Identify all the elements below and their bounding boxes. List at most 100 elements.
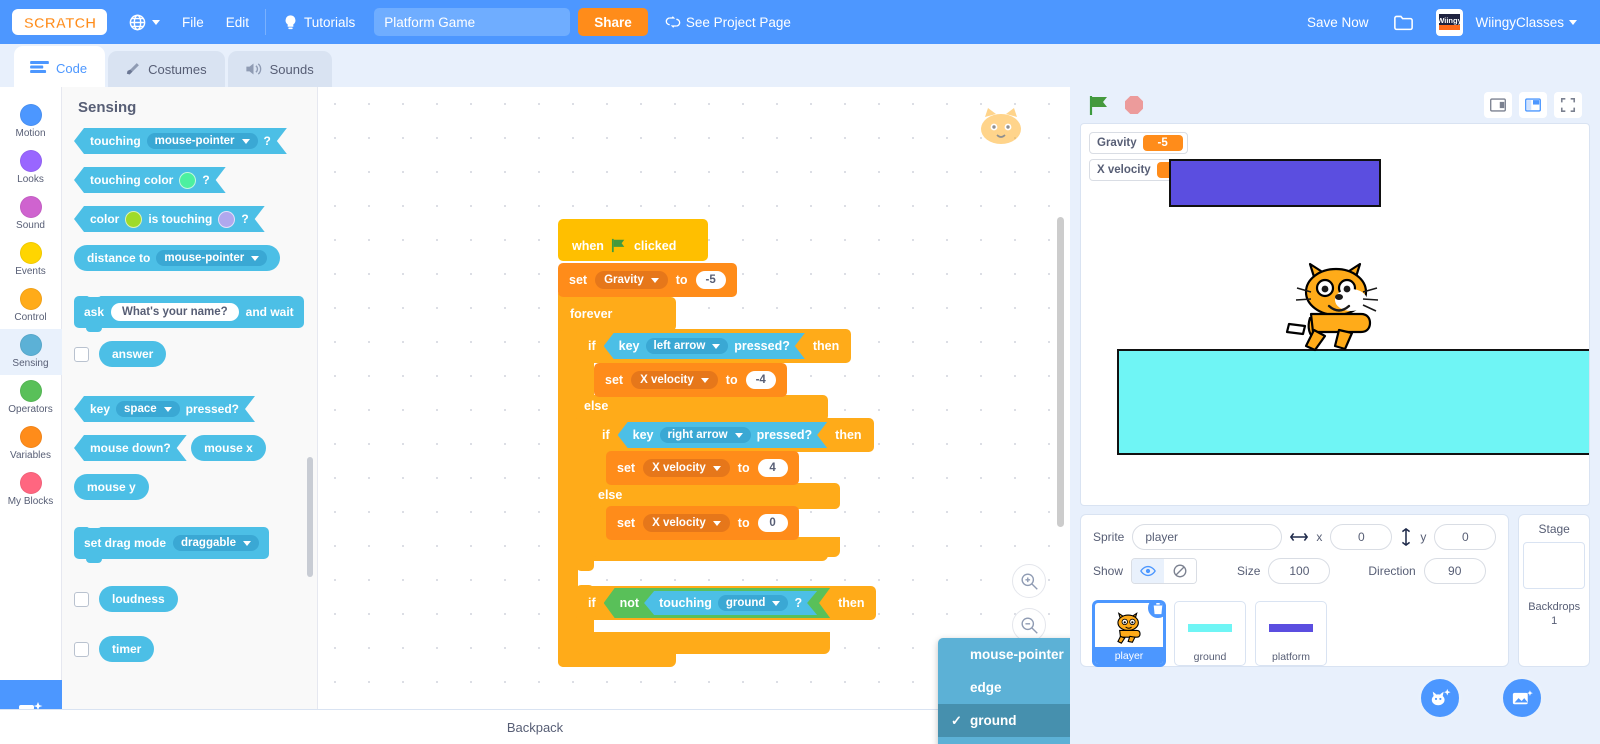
block-key-pressed[interactable]: key space pressed? bbox=[74, 396, 255, 422]
block-set-gravity[interactable]: set Gravity to -5 bbox=[558, 263, 737, 297]
timer-monitor-checkbox[interactable] bbox=[74, 641, 89, 657]
block-touching-color[interactable]: touching color ? bbox=[74, 167, 226, 193]
if-else-bottom-2[interactable] bbox=[590, 537, 840, 557]
block-answer[interactable]: answer bbox=[99, 341, 167, 367]
category-motion[interactable]: Motion bbox=[0, 99, 62, 145]
dropdown-option-mouse-pointer[interactable]: mouse-pointer bbox=[938, 638, 1070, 671]
sprite-thumb-platform[interactable]: platform bbox=[1255, 601, 1327, 666]
gravity-value-input[interactable]: -5 bbox=[695, 271, 726, 289]
block-if-right-arrow[interactable]: if key right arrow pressed? then bbox=[590, 418, 874, 452]
answer-monitor-checkbox[interactable] bbox=[74, 346, 89, 362]
stop-button[interactable] bbox=[1124, 95, 1144, 115]
xvel-left-value-input[interactable]: -4 bbox=[745, 371, 776, 389]
backpack-bar[interactable]: Backpack bbox=[0, 709, 1070, 744]
account-menu[interactable]: Wiingy WiingyClasses bbox=[1425, 0, 1588, 44]
block-else-2[interactable]: else bbox=[598, 488, 622, 502]
sprite-name-input[interactable]: player bbox=[1132, 524, 1283, 550]
block-color-is-touching[interactable]: color is touching ? bbox=[74, 206, 265, 232]
green-flag-button[interactable] bbox=[1088, 95, 1110, 116]
monitor-gravity[interactable]: Gravity -5 bbox=[1089, 132, 1188, 154]
dropdown-option-edge[interactable]: edge bbox=[938, 671, 1070, 704]
touching-target-dropdown-open[interactable]: ground bbox=[718, 595, 789, 611]
show-visible-button[interactable] bbox=[1132, 559, 1165, 583]
block-loudness[interactable]: loudness bbox=[99, 586, 178, 612]
see-project-page-button[interactable]: See Project Page bbox=[654, 0, 802, 44]
xvel-variable-dropdown[interactable]: X velocity bbox=[643, 459, 730, 477]
add-sprite-button[interactable] bbox=[1418, 676, 1462, 720]
key-dropdown[interactable]: space bbox=[116, 401, 180, 417]
block-timer[interactable]: timer bbox=[99, 636, 155, 662]
sprite-thumb-player[interactable]: player bbox=[1093, 601, 1165, 666]
sprite-y-input[interactable]: 0 bbox=[1434, 524, 1497, 550]
ask-text-input[interactable]: What's your name? bbox=[111, 303, 239, 321]
block-set-xvel-right[interactable]: set X velocity to 4 bbox=[606, 451, 799, 485]
category-looks[interactable]: Looks bbox=[0, 145, 62, 191]
block-set-xvel-left[interactable]: set X velocity to -4 bbox=[594, 363, 787, 397]
tab-code[interactable]: Code bbox=[14, 46, 106, 87]
zoom-in-button[interactable] bbox=[1012, 564, 1046, 598]
block-if-left-arrow[interactable]: if key left arrow pressed? then bbox=[576, 329, 852, 363]
zoom-out-button[interactable] bbox=[1012, 608, 1046, 642]
color-swatch[interactable] bbox=[218, 211, 235, 228]
block-else-1[interactable]: else bbox=[584, 399, 608, 413]
xvel-variable-dropdown[interactable]: X velocity bbox=[643, 514, 730, 532]
stage-backdrop-thumbnail[interactable] bbox=[1523, 542, 1586, 589]
color-swatch[interactable] bbox=[125, 211, 142, 228]
block-mouse-down[interactable]: mouse down? bbox=[74, 435, 187, 461]
gravity-variable-dropdown[interactable]: Gravity bbox=[595, 271, 668, 289]
category-operators[interactable]: Operators bbox=[0, 375, 62, 421]
forever-block-body[interactable] bbox=[558, 289, 578, 667]
category-variables[interactable]: Variables bbox=[0, 421, 62, 467]
block-key-left-pressed[interactable]: key left arrow pressed? bbox=[604, 333, 805, 359]
sprite-size-input[interactable]: 100 bbox=[1268, 558, 1331, 584]
xvel-zero-value-input[interactable]: 0 bbox=[757, 514, 788, 532]
add-backdrop-button[interactable] bbox=[1500, 676, 1544, 720]
xvel-right-value-input[interactable]: 4 bbox=[757, 459, 788, 477]
block-set-xvel-zero[interactable]: set X velocity to 0 bbox=[606, 506, 799, 540]
distance-target-dropdown[interactable]: mouse-pointer bbox=[156, 250, 268, 266]
color-swatch[interactable] bbox=[179, 172, 196, 189]
block-mouse-x[interactable]: mouse x bbox=[191, 435, 266, 461]
tutorials-button[interactable]: Tutorials bbox=[271, 0, 366, 44]
sprite-thumb-ground[interactable]: ground bbox=[1174, 601, 1246, 666]
block-when-flag-clicked[interactable]: when clicked bbox=[558, 219, 708, 261]
fullscreen-button[interactable] bbox=[1554, 92, 1582, 118]
category-control[interactable]: Control bbox=[0, 283, 62, 329]
show-hidden-button[interactable] bbox=[1164, 559, 1197, 583]
save-now-button[interactable]: Save Now bbox=[1293, 15, 1383, 30]
drag-mode-dropdown[interactable]: draggable bbox=[173, 535, 259, 551]
category-my-blocks[interactable]: My Blocks bbox=[0, 467, 62, 513]
block-palette[interactable]: Sensing touching mouse-pointer ? touchin… bbox=[62, 87, 318, 744]
category-sound[interactable]: Sound bbox=[0, 191, 62, 237]
block-ask-and-wait[interactable]: ask What's your name? and wait bbox=[74, 293, 304, 332]
touching-target-dropdown-menu[interactable]: mouse-pointer edge ✓ ground platform bbox=[938, 638, 1070, 744]
edit-menu[interactable]: Edit bbox=[215, 0, 260, 44]
scratch-logo[interactable]: SCRATCH bbox=[12, 9, 107, 35]
language-selector[interactable] bbox=[117, 0, 171, 44]
block-if-not-touching-ground[interactable]: if not touching ground ? then bbox=[576, 586, 877, 620]
script-canvas[interactable]: when clicked set Gravity to -5 forever i… bbox=[318, 87, 1070, 744]
stage-pane[interactable]: Stage Backdrops 1 bbox=[1500, 514, 1590, 720]
dropdown-option-platform[interactable]: platform bbox=[938, 737, 1070, 744]
palette-scrollbar[interactable] bbox=[307, 457, 313, 577]
touching-target-dropdown[interactable]: mouse-pointer bbox=[147, 133, 258, 149]
block-not-operator[interactable]: not touching ground ? bbox=[604, 588, 830, 618]
right-key-dropdown[interactable]: right arrow bbox=[660, 427, 751, 443]
block-mouse-y[interactable]: mouse y bbox=[74, 474, 149, 500]
tab-costumes[interactable]: Costumes bbox=[108, 51, 225, 87]
left-key-dropdown[interactable]: left arrow bbox=[646, 338, 729, 354]
sprite-player-on-stage[interactable] bbox=[1281, 252, 1393, 361]
if-block-3-bottom[interactable] bbox=[576, 632, 830, 654]
tab-sounds[interactable]: Sounds bbox=[227, 51, 332, 87]
project-title-input[interactable] bbox=[374, 8, 571, 36]
block-set-drag-mode[interactable]: set drag mode draggable bbox=[74, 524, 269, 563]
sprite-direction-input[interactable]: 90 bbox=[1423, 558, 1486, 584]
xvel-variable-dropdown[interactable]: X velocity bbox=[631, 371, 718, 389]
canvas-vertical-scrollbar[interactable] bbox=[1057, 217, 1064, 527]
block-forever[interactable]: forever bbox=[558, 297, 676, 331]
stage[interactable]: Gravity -5 X velocity 0 bbox=[1080, 123, 1590, 506]
block-touching[interactable]: touching mouse-pointer ? bbox=[74, 128, 287, 154]
sprite-ground-on-stage[interactable] bbox=[1117, 349, 1589, 455]
sprite-x-input[interactable]: 0 bbox=[1330, 524, 1393, 550]
sprite-platform-on-stage[interactable] bbox=[1169, 159, 1381, 207]
